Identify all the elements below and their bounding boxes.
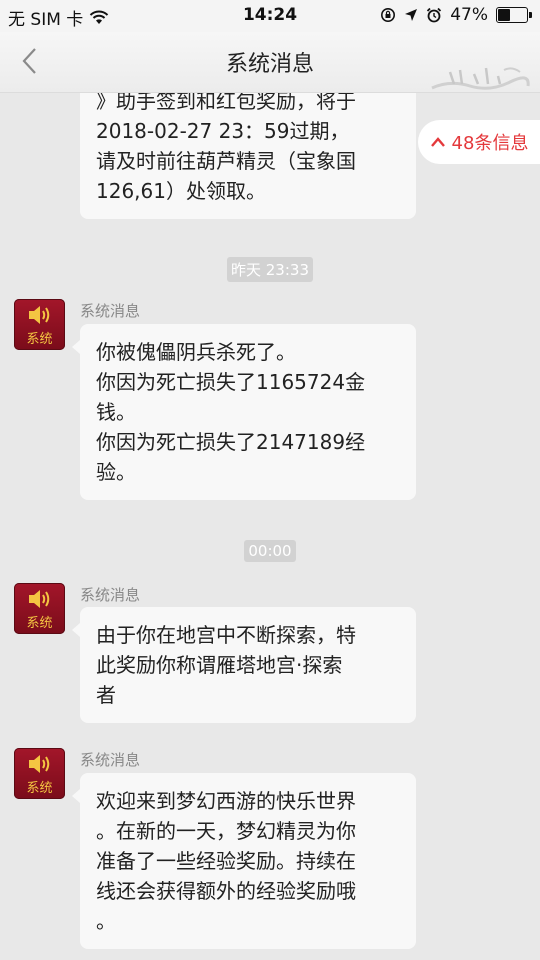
- speaker-icon: [29, 306, 50, 324]
- sender-name: 系统消息: [80, 751, 141, 769]
- sender-name: 系统消息: [80, 586, 141, 604]
- unread-jump-label: 48条信息: [451, 133, 529, 154]
- timestamp-label: 昨天 23:33: [227, 257, 313, 282]
- timestamp: 00:00: [0, 540, 540, 562]
- rotation-lock-icon: [381, 8, 396, 22]
- alarm-clock-icon: [427, 7, 442, 23]
- message-bubble: 欢迎来到梦幻西游的快乐世界 。在新的一天，梦幻精灵为你 准备了一些经验奖励。持续…: [72, 773, 416, 949]
- message-line: 准备了一些经验奖励。持续在: [96, 849, 356, 873]
- chevron-up-icon: [430, 137, 445, 147]
- message-list[interactable]: 》助手签到和红包奖励，将于 2018-02-27 23：59过期， 请及时前往葫…: [0, 93, 540, 960]
- message-line: 你因为死亡损失了2147189经: [96, 430, 366, 454]
- message-line: 你因为死亡损失了1165724金: [96, 370, 366, 394]
- message-line: 126,61）处领取。: [96, 179, 266, 203]
- message-line: 》助手签到和红包奖励，将于: [96, 93, 356, 113]
- timestamp: 昨天 23:33: [0, 257, 540, 282]
- sender-name: 系统消息: [80, 302, 141, 320]
- message-line: 请及时前往葫芦精灵（宝象国: [96, 149, 356, 173]
- speaker-icon: [29, 755, 50, 773]
- message-line: 你被傀儡阴兵杀死了。: [96, 340, 296, 364]
- message-bubble: 你被傀儡阴兵杀死了。 你因为死亡损失了1165724金 钱。 你因为死亡损失了2…: [72, 324, 416, 500]
- message-line: 验。: [96, 460, 136, 484]
- message-line: 2018-02-27 23：59过期，: [96, 119, 350, 143]
- message-bubble: 》助手签到和红包奖励，将于 2018-02-27 23：59过期， 请及时前往葫…: [80, 93, 416, 219]
- nav-header: 系统消息: [0, 32, 540, 93]
- battery-level-fill: [498, 9, 510, 21]
- avatar-label: 系统: [26, 332, 53, 347]
- avatar[interactable]: 系统: [14, 299, 65, 350]
- message-line: 者: [96, 683, 116, 707]
- message-line: 。: [96, 909, 116, 933]
- avatar[interactable]: 系统: [14, 583, 65, 634]
- battery-icon: [496, 7, 532, 23]
- message-bubble: 由于你在地宫中不断探索，特 此奖励你称谓雁塔地宫·探索 者: [72, 607, 416, 723]
- status-bar: 无 SIM 卡 14:24 47%: [0, 0, 540, 32]
- avatar[interactable]: 系统: [14, 748, 65, 799]
- message-line: 钱。: [96, 400, 136, 424]
- unread-jump-button[interactable]: 48条信息: [418, 120, 540, 164]
- message-line: 此奖励你称谓雁塔地宫·探索: [96, 653, 343, 677]
- message-line: 欢迎来到梦幻西游的快乐世界: [96, 789, 356, 813]
- timestamp-label: 00:00: [244, 540, 296, 562]
- location-arrow-icon: [405, 9, 418, 21]
- speaker-icon: [29, 590, 50, 608]
- message-line: 。在新的一天，梦幻精灵为你: [96, 819, 356, 843]
- avatar-label: 系统: [26, 781, 53, 796]
- battery-percent: 47%: [450, 5, 488, 25]
- avatar-label: 系统: [26, 616, 53, 631]
- message-line: 线还会获得额外的经验奖励哦: [96, 879, 356, 903]
- status-icons: 47%: [380, 5, 532, 25]
- header-decoration-icon: [431, 67, 530, 90]
- message-line: 由于你在地宫中不断探索，特: [96, 623, 356, 647]
